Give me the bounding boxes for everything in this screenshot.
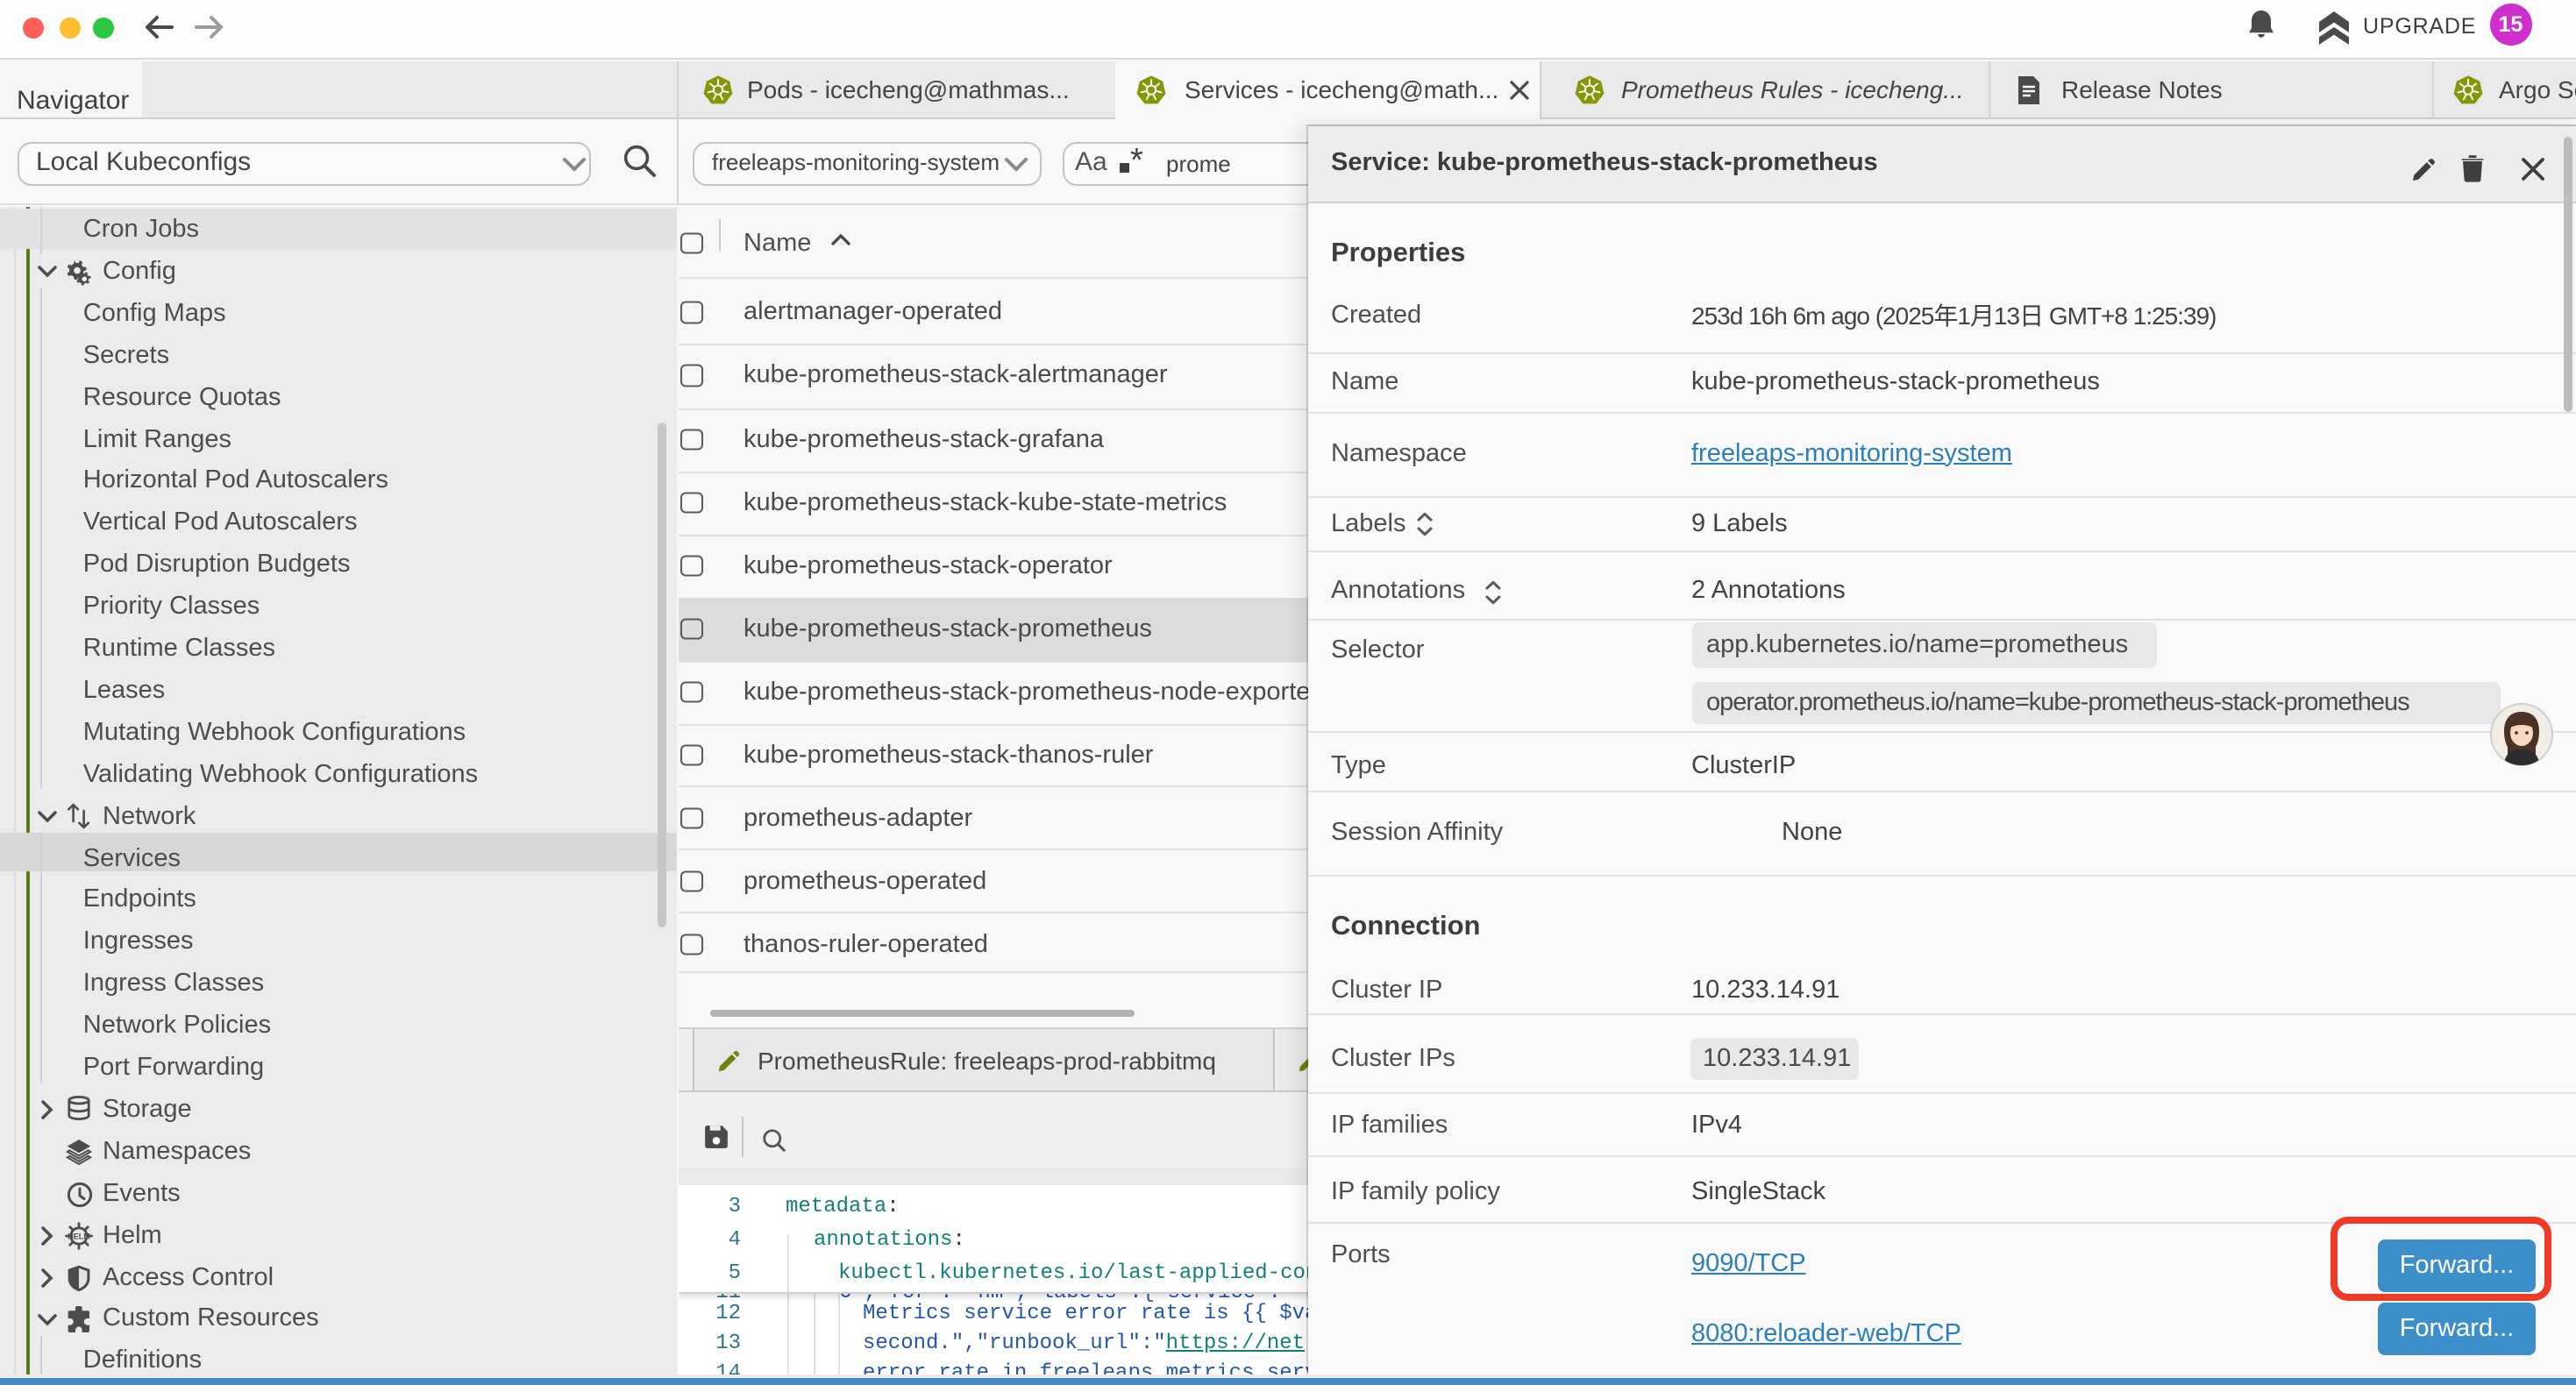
svg-text:*: * xyxy=(1130,145,1143,176)
